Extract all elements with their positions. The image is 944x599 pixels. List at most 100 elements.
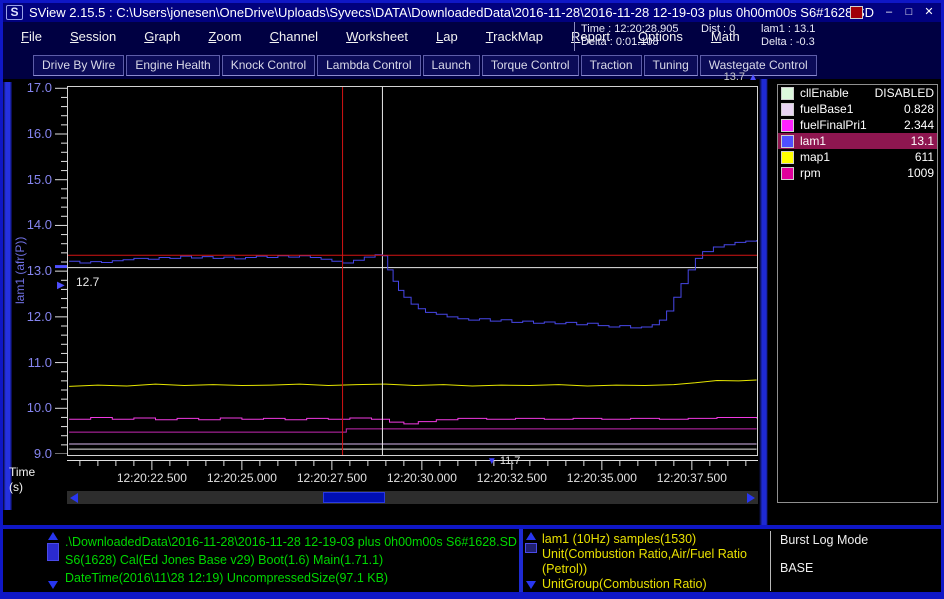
y-tick-label: 13.0 xyxy=(16,264,52,278)
channel-value: 13.1 xyxy=(911,134,934,148)
menu-bar: FileSessionGraphZoomChannelWorksheetLapT… xyxy=(3,22,941,51)
y-tick-label: 16.0 xyxy=(16,127,52,141)
sview-window: S SView 2.15.5 : C:\Users\jonesen\OneDri… xyxy=(0,0,944,599)
menu-trackmap[interactable]: TrackMap xyxy=(472,29,557,44)
channel-swatch xyxy=(781,119,794,132)
trace-rpm xyxy=(69,429,757,432)
channel-name: lam1 xyxy=(800,134,911,148)
trace-fuelfinalpri1 xyxy=(69,418,757,424)
x-tick-label: 12:20:37.500 xyxy=(647,471,737,485)
y-axis-ticks xyxy=(55,86,67,454)
y-tick-label: 15.0 xyxy=(16,173,52,187)
menu-channel[interactable]: Channel xyxy=(256,29,332,44)
channel-swatch xyxy=(781,135,794,148)
channel-value: 0.828 xyxy=(904,102,934,116)
trace-map1 xyxy=(69,380,757,386)
x-tick-label: 12:20:32.500 xyxy=(467,471,557,485)
scroll-down-icon[interactable] xyxy=(48,581,58,589)
scrollbar-thumb[interactable] xyxy=(525,543,537,553)
y-tick-label: 10.0 xyxy=(16,401,52,415)
channel-value: 2.344 xyxy=(904,118,934,132)
file-info-line: S6(1628) Cal(Ed Jones Base v29) Boot(1.6… xyxy=(65,551,517,569)
channel-info-scrollbar[interactable] xyxy=(524,532,539,589)
x-axis-title: Time (s) xyxy=(9,465,35,495)
channel-swatch xyxy=(781,103,794,116)
left-splitter[interactable] xyxy=(3,82,12,510)
scroll-up-icon[interactable] xyxy=(526,532,536,540)
ref-marker-label: 12.7 xyxy=(76,276,99,288)
channel-name: map1 xyxy=(800,150,915,164)
window-title: SView 2.15.5 : C:\Users\jonesen\OneDrive… xyxy=(29,5,874,20)
y-tick-label: 12.0 xyxy=(16,310,52,324)
channel-name: cllEnable xyxy=(800,86,875,100)
min-marker: ▼ 11.7 xyxy=(487,456,521,467)
channel-row-fuelfinalpri1[interactable]: fuelFinalPri12.344 xyxy=(778,117,937,133)
menu-zoom[interactable]: Zoom xyxy=(194,29,255,44)
channel-swatch xyxy=(781,87,794,100)
minimize-button[interactable]: – xyxy=(881,5,897,19)
status-time: Time : 12:20:28.905 xyxy=(581,23,701,36)
channel-name: rpm xyxy=(800,166,907,180)
x-tick-label: 12:20:27.500 xyxy=(287,471,377,485)
scrollbar-thumb[interactable] xyxy=(47,543,59,561)
right-splitter[interactable] xyxy=(759,79,768,525)
channel-swatch xyxy=(781,151,794,164)
menu-graph[interactable]: Graph xyxy=(130,29,194,44)
y-tick-label: 17.0 xyxy=(16,81,52,95)
up-triangle-icon: ▲ xyxy=(748,72,758,83)
menu-file[interactable]: File xyxy=(7,29,56,44)
status-value: lam1 : 13.1 xyxy=(761,23,815,36)
time-scrollbar[interactable] xyxy=(67,491,758,504)
scrollbar-thumb[interactable] xyxy=(323,492,385,503)
channel-value: 1009 xyxy=(907,166,934,180)
scroll-down-icon[interactable] xyxy=(526,581,536,589)
channel-row-lam1[interactable]: lam113.1 xyxy=(778,133,937,149)
channel-row-rpm[interactable]: rpm1009 xyxy=(778,165,937,181)
channel-row-fuelbase1[interactable]: fuelBase10.828 xyxy=(778,101,937,117)
channel-info-text: lam1 (10Hz) samples(1530)Unit(Combustion… xyxy=(542,532,768,592)
ref-marker-arrow-icon: ▶ xyxy=(57,281,65,291)
x-tick-label: 12:20:30.000 xyxy=(377,471,467,485)
channel-swatch xyxy=(781,167,794,180)
file-info-scrollbar[interactable] xyxy=(46,532,61,589)
menu-session[interactable]: Session xyxy=(56,29,130,44)
channel-row-cllenable[interactable]: cllEnableDISABLED xyxy=(778,85,937,101)
channel-row-map1[interactable]: map1611 xyxy=(778,149,937,165)
y-tick-label: 9.0 xyxy=(16,447,52,461)
file-info-line: DateTime(2016\11\28 12:19) UncompressedS… xyxy=(65,569,517,587)
menu-lap[interactable]: Lap xyxy=(422,29,472,44)
log-base-label: BASE xyxy=(780,561,813,575)
channel-legend-panel: cllEnableDISABLEDfuelBase10.828fuelFinal… xyxy=(777,84,938,503)
channel-value: DISABLED xyxy=(875,86,934,100)
status-delta-time: Delta : 0:01.108 xyxy=(581,36,701,49)
close-button[interactable]: ✕ xyxy=(921,5,937,19)
channel-info-line: UnitGroup(Combustion Ratio) xyxy=(542,577,768,592)
bottom-divider-gray xyxy=(770,531,771,591)
x-tick-label: 12:20:22.500 xyxy=(107,471,197,485)
channel-value: 611 xyxy=(915,150,934,164)
scroll-right-icon[interactable] xyxy=(747,493,755,503)
channel-name: fuelFinalPri1 xyxy=(800,118,904,132)
menu-worksheet[interactable]: Worksheet xyxy=(332,29,422,44)
x-tick-label: 12:20:25.000 xyxy=(197,471,287,485)
y-tick-label: 11.0 xyxy=(16,356,52,370)
max-marker: 13.7 ▲ xyxy=(67,71,758,83)
x-tick-label: 12:20:35.000 xyxy=(557,471,647,485)
down-triangle-icon: ▼ xyxy=(487,456,497,467)
file-info-line: .\DownloadedData\2016-11-28\2016-11-28 1… xyxy=(65,533,517,551)
bottom-divider xyxy=(519,529,523,592)
status-bar: .\DownloadedData\2016-11-28\2016-11-28 1… xyxy=(3,529,941,592)
trace-lam1 xyxy=(69,240,757,328)
channel-info-line: lam1 (10Hz) samples(1530) xyxy=(542,532,768,547)
channel-info-line: Unit(Combustion Ratio,Air/Fuel Ratio xyxy=(542,547,768,562)
plot-canvas[interactable]: ▶ 12.7 ▼ 11.7 xyxy=(67,86,758,456)
cursor-status: Time : 12:20:28.905 Dist : 0 lam1 : 13.1… xyxy=(574,22,941,51)
maximize-button[interactable]: □ xyxy=(901,5,917,19)
file-info-text: .\DownloadedData\2016-11-28\2016-11-28 1… xyxy=(65,533,517,587)
red-square-icon[interactable] xyxy=(850,6,863,19)
status-dist: Dist : 0 xyxy=(701,23,761,36)
scroll-left-icon[interactable] xyxy=(70,493,78,503)
log-mode-label: Burst Log Mode xyxy=(780,533,868,547)
channel-name: fuelBase1 xyxy=(800,102,904,116)
scroll-up-icon[interactable] xyxy=(48,532,58,540)
